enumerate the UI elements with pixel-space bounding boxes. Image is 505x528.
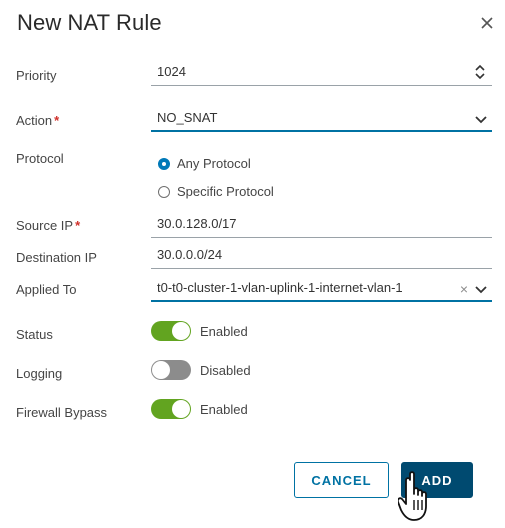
required-marker: * xyxy=(54,113,60,128)
status-state: Enabled xyxy=(200,323,248,339)
logging-label: Logging xyxy=(16,366,63,381)
dialog-title: New NAT Rule xyxy=(17,10,162,35)
add-button[interactable]: ADD xyxy=(401,462,473,498)
logging-state: Disabled xyxy=(200,362,251,378)
action-value: NO_SNAT xyxy=(157,110,218,125)
destination-ip-input[interactable]: 30.0.0.0/24 xyxy=(151,243,492,269)
radio-button-icon[interactable] xyxy=(158,185,170,198)
toggle-track[interactable] xyxy=(151,360,191,380)
source-ip-label: Source IP * xyxy=(16,218,81,233)
priority-value: 1024 xyxy=(157,64,186,79)
cancel-button[interactable]: CANCEL xyxy=(294,462,389,498)
toggle-track[interactable] xyxy=(151,399,191,419)
destination-ip-label: Destination IP xyxy=(16,250,97,265)
radio-label: Specific Protocol xyxy=(177,184,274,199)
new-nat-rule-dialog: New NAT Rule Priority 1024 Action * NO_SN… xyxy=(0,0,505,528)
priority-label: Priority xyxy=(16,68,57,83)
spinner-icon[interactable] xyxy=(474,64,486,80)
required-marker: * xyxy=(75,218,81,233)
applied-to-value: t0-t0-cluster-1-vlan-uplink-1-internet-v… xyxy=(157,280,403,295)
action-select[interactable]: NO_SNAT xyxy=(151,106,492,132)
action-label: Action * xyxy=(16,113,60,128)
radio-label: Any Protocol xyxy=(177,156,251,171)
applied-to-select[interactable]: t0-t0-cluster-1-vlan-uplink-1-internet-v… xyxy=(151,276,492,302)
logging-toggle[interactable]: Disabled xyxy=(151,360,251,380)
clear-icon[interactable]: × xyxy=(460,281,468,297)
status-toggle[interactable]: Enabled xyxy=(151,321,248,341)
priority-input[interactable]: 1024 xyxy=(151,60,492,86)
source-ip-input[interactable]: 30.0.128.0/17 xyxy=(151,212,492,238)
radio-specific-protocol[interactable]: Specific Protocol xyxy=(158,184,274,199)
destination-ip-value: 30.0.0.0/24 xyxy=(157,247,223,262)
radio-any-protocol[interactable]: Any Protocol xyxy=(158,156,251,171)
firewall-bypass-toggle[interactable]: Enabled xyxy=(151,399,248,419)
chevron-down-icon[interactable] xyxy=(474,112,488,126)
toggle-knob xyxy=(152,361,170,379)
source-ip-value: 30.0.128.0/17 xyxy=(157,216,237,231)
protocol-label: Protocol xyxy=(16,151,64,166)
firewall-bypass-label: Firewall Bypass xyxy=(16,405,108,420)
radio-button-icon[interactable] xyxy=(158,157,170,170)
status-label: Status xyxy=(16,327,53,342)
firewall-bypass-state: Enabled xyxy=(200,401,248,417)
chevron-down-icon[interactable] xyxy=(474,282,488,296)
toggle-knob xyxy=(172,400,190,418)
close-icon[interactable] xyxy=(478,14,496,32)
toggle-track[interactable] xyxy=(151,321,191,341)
toggle-knob xyxy=(172,322,190,340)
applied-to-label: Applied To xyxy=(16,282,77,297)
